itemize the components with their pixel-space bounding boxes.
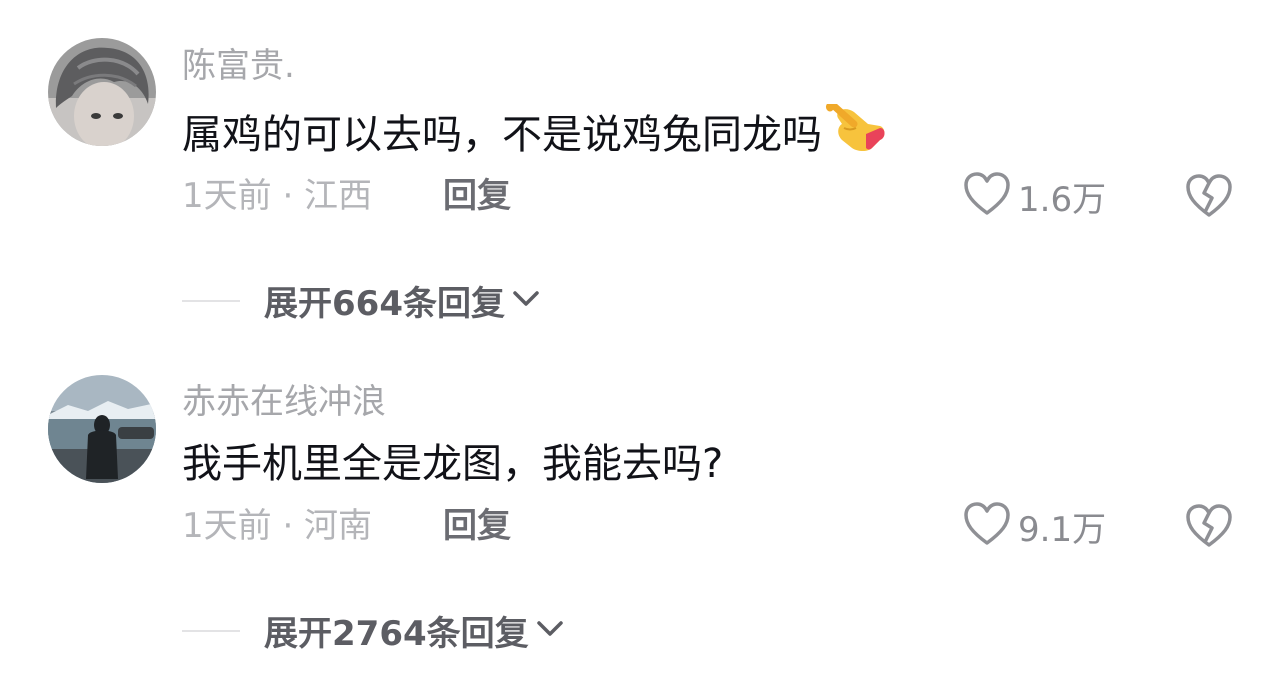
chevron-down-icon <box>511 289 541 313</box>
expand-replies-button[interactable]: 展开664条回复 <box>182 276 541 325</box>
pointing-hand-emoji <box>824 101 886 165</box>
heart-outline-icon <box>962 500 1012 552</box>
comment-text: 我手机里全是龙图，我能去吗? <box>182 441 724 487</box>
like-button[interactable]: 1.6万 <box>962 170 1106 222</box>
username[interactable]: 赤赤在线冲浪 <box>182 382 386 422</box>
username[interactable]: 陈富贵. <box>182 46 295 86</box>
avatar[interactable] <box>48 38 156 146</box>
comment-text: 属鸡的可以去吗，不是说鸡兔同龙吗 <box>182 101 886 165</box>
divider <box>182 629 240 632</box>
comment-meta: 1天前 · 河南 <box>182 506 373 546</box>
expand-replies-label: 展开2764条回复 <box>264 614 529 654</box>
avatar[interactable] <box>48 375 156 483</box>
reply-button[interactable]: 回复 <box>443 506 511 546</box>
reply-button[interactable]: 回复 <box>443 176 511 216</box>
like-button[interactable]: 9.1万 <box>962 500 1106 552</box>
chevron-down-icon <box>535 619 565 643</box>
broken-heart-icon <box>1184 504 1234 554</box>
comment-text-content: 属鸡的可以去吗，不是说鸡兔同龙吗 <box>182 112 822 158</box>
broken-heart-icon <box>1184 174 1234 224</box>
dislike-button[interactable] <box>1184 172 1234 224</box>
like-count: 9.1万 <box>1018 509 1107 550</box>
comment-meta: 1天前 · 江西 <box>182 176 373 216</box>
divider <box>182 299 240 302</box>
expand-replies-button[interactable]: 展开2764条回复 <box>182 606 565 655</box>
heart-outline-icon <box>962 170 1012 222</box>
expand-replies-label: 展开664条回复 <box>264 284 505 324</box>
dislike-button[interactable] <box>1184 502 1234 554</box>
like-count: 1.6万 <box>1018 179 1107 220</box>
